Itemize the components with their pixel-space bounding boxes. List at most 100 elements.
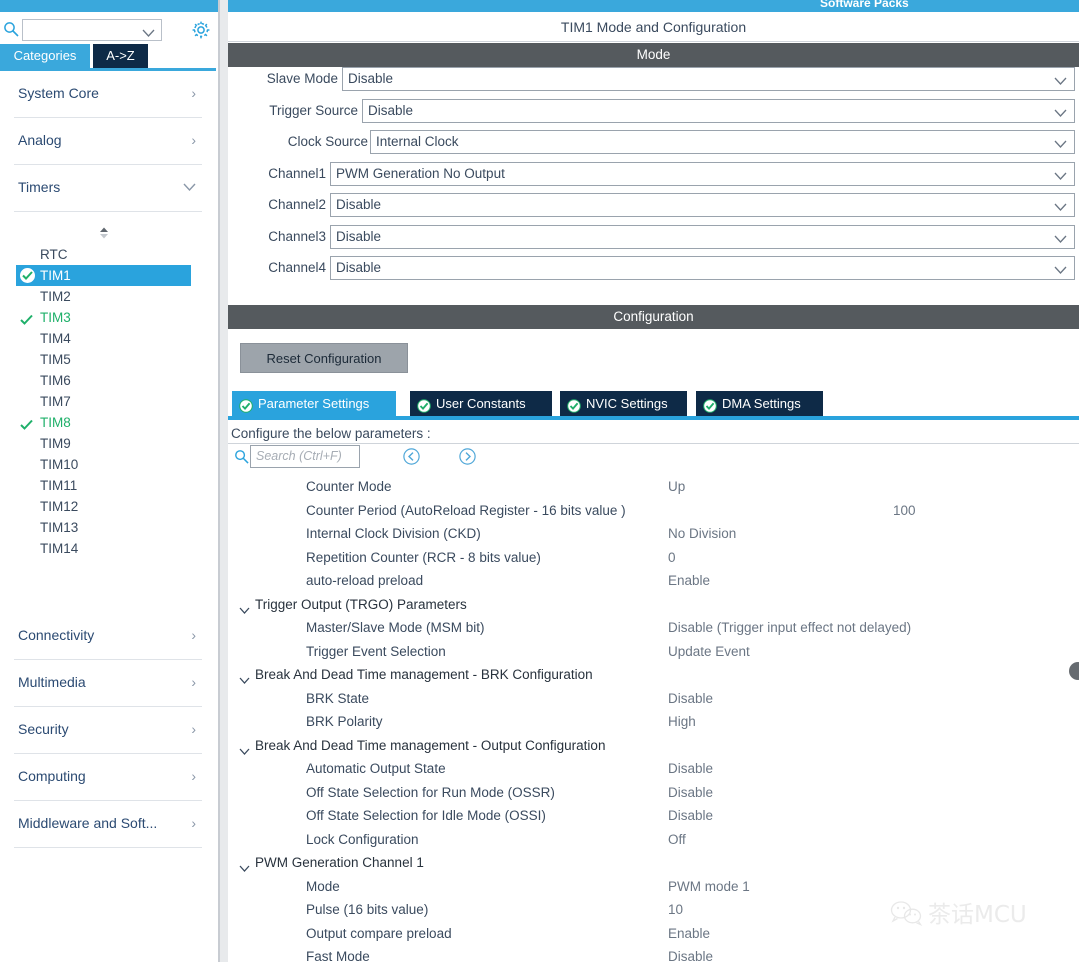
parameter-group-row[interactable]: Break And Dead Time management - BRK Con… xyxy=(228,665,1079,689)
parameter-row[interactable]: Internal Clock Division (CKD)No Division xyxy=(228,524,1079,548)
mode-select-channel4[interactable]: Disable xyxy=(330,256,1075,280)
sidebar-item-label: TIM1 xyxy=(40,268,71,283)
sidebar-item-tim5[interactable]: TIM5 xyxy=(0,349,216,370)
parameter-row[interactable]: Trigger Event Selection Update Event xyxy=(228,642,1079,666)
parameter-value[interactable]: Disable xyxy=(668,691,713,706)
sidebar-item-security[interactable]: Security › xyxy=(14,707,202,754)
tab-user-constants[interactable]: User Constants xyxy=(410,391,552,416)
tab-nvic-settings[interactable]: NVIC Settings xyxy=(560,391,687,416)
parameter-row[interactable]: BRK StateDisable xyxy=(228,689,1079,713)
parameter-value[interactable]: Up xyxy=(668,479,685,494)
mode-label: Slave Mode xyxy=(253,71,338,86)
mode-select-trigger-source[interactable]: Disable xyxy=(362,99,1075,123)
chevron-down-icon xyxy=(239,743,250,761)
parameter-row[interactable]: Lock ConfigurationOff xyxy=(228,830,1079,854)
parameter-value[interactable]: Disable xyxy=(668,949,713,962)
parameter-row[interactable]: auto-reload preloadEnable xyxy=(228,571,1079,595)
parameter-name: BRK Polarity xyxy=(306,714,383,729)
search-input[interactable] xyxy=(22,19,162,41)
tab-label: NVIC Settings xyxy=(586,396,668,411)
mode-select-clock-source[interactable]: Internal Clock xyxy=(370,130,1075,154)
sidebar-item-tim1[interactable]: TIM1 xyxy=(16,265,191,286)
chevron-down-icon xyxy=(1054,231,1067,249)
parameter-group-row[interactable]: Break And Dead Time management - Output … xyxy=(228,736,1079,760)
parameter-value[interactable]: 0 xyxy=(668,550,676,565)
parameter-search-input[interactable]: Search (Ctrl+F) xyxy=(250,445,360,468)
tab-a-to-z[interactable]: A->Z xyxy=(93,44,148,68)
mode-select-channel3[interactable]: Disable xyxy=(330,225,1075,249)
parameter-group-label: Break And Dead Time management - Output … xyxy=(255,738,605,753)
parameter-name: Trigger Event Selection xyxy=(306,644,446,659)
sidebar-item-tim10[interactable]: TIM10 xyxy=(0,454,216,475)
mode-select-slave-mode[interactable]: Disable xyxy=(342,67,1075,91)
sidebar-item-tim13[interactable]: TIM13 xyxy=(0,517,216,538)
parameter-value[interactable]: Disable xyxy=(668,785,713,800)
sidebar-item-system-core[interactable]: System Core › xyxy=(14,71,202,118)
gear-icon[interactable] xyxy=(191,20,211,40)
parameter-row[interactable]: Off State Selection for Run Mode (OSSR)D… xyxy=(228,783,1079,807)
parameter-value[interactable]: Enable xyxy=(668,573,710,588)
parameter-value[interactable]: Disable xyxy=(668,761,713,776)
reset-configuration-button[interactable]: Reset Configuration xyxy=(240,343,408,373)
sidebar-tabs: Categories A->Z xyxy=(0,44,220,68)
mode-label: Channel3 xyxy=(253,229,326,244)
chevron-right-icon: › xyxy=(191,815,196,831)
parameter-row[interactable]: Repetition Counter (RCR - 8 bits value)0 xyxy=(228,548,1079,572)
parameter-value[interactable]: 100 xyxy=(893,503,916,518)
sidebar-item-middleware[interactable]: Middleware and Soft... › xyxy=(14,801,202,848)
parameter-row[interactable]: Master/Slave Mode (MSM bit)Disable (Trig… xyxy=(228,618,1079,642)
sidebar-item-multimedia[interactable]: Multimedia › xyxy=(14,660,202,707)
parameter-row[interactable]: Off State Selection for Idle Mode (OSSI)… xyxy=(228,806,1079,830)
sidebar-item-tim2[interactable]: TIM2 xyxy=(0,286,216,307)
sidebar-item-tim7[interactable]: TIM7 xyxy=(0,391,216,412)
parameter-group-row[interactable]: PWM Generation Channel 1 xyxy=(228,853,1079,877)
sidebar-item-rtc[interactable]: RTC xyxy=(0,244,216,265)
sidebar-item-tim8[interactable]: TIM8 xyxy=(0,412,216,433)
parameter-row[interactable]: Fast ModeDisable xyxy=(228,947,1079,962)
parameter-value[interactable]: No Division xyxy=(668,526,736,541)
sidebar-item-tim9[interactable]: TIM9 xyxy=(0,433,216,454)
mode-select-value: Disable xyxy=(368,103,413,118)
parameter-row[interactable]: Automatic Output StateDisable xyxy=(228,759,1079,783)
chevron-right-circle-icon[interactable] xyxy=(459,448,476,465)
sidebar-item-tim6[interactable]: TIM6 xyxy=(0,370,216,391)
sidebar-item-tim3[interactable]: TIM3 xyxy=(0,307,216,328)
sidebar-item-label: Computing xyxy=(18,768,86,784)
sidebar-item-computing[interactable]: Computing › xyxy=(14,754,202,801)
parameter-value[interactable]: Off xyxy=(668,832,686,847)
parameter-value[interactable]: Update Event xyxy=(668,644,750,659)
parameter-row[interactable]: BRK Polarity High xyxy=(228,712,1079,736)
sidebar-item-label: RTC xyxy=(40,247,68,262)
sidebar-item-tim11[interactable]: TIM11 xyxy=(0,475,216,496)
tab-dma-settings[interactable]: DMA Settings xyxy=(696,391,823,416)
sidebar-item-tim4[interactable]: TIM4 xyxy=(0,328,216,349)
mode-row: Channel4Disable xyxy=(228,256,1079,282)
chevron-left-circle-icon[interactable] xyxy=(403,448,420,465)
sidebar-item-connectivity[interactable]: Connectivity › xyxy=(14,613,202,660)
parameter-value[interactable]: 10 xyxy=(668,902,683,917)
parameter-value[interactable]: Disable xyxy=(668,808,713,823)
parameter-value[interactable]: High xyxy=(668,714,696,729)
sidebar-item-analog[interactable]: Analog › xyxy=(14,118,202,165)
parameter-value[interactable]: PWM mode 1 xyxy=(668,879,750,894)
sidebar-item-label: TIM12 xyxy=(40,499,78,514)
parameter-value[interactable]: Enable xyxy=(668,926,710,941)
mode-select-channel1[interactable]: PWM Generation No Output xyxy=(330,162,1075,186)
sidebar-item-timers[interactable]: Timers xyxy=(14,165,202,212)
top-blue-strip: Software Packs xyxy=(0,0,1079,12)
parameter-row[interactable]: Counter Period (AutoReload Register - 16… xyxy=(228,501,1079,525)
sidebar-item-tim12[interactable]: TIM12 xyxy=(0,496,216,517)
scroll-spinner-icon[interactable] xyxy=(97,226,111,240)
sidebar-item-label: TIM8 xyxy=(40,415,71,430)
mode-select-value: Disable xyxy=(336,260,381,275)
mode-select-value: PWM Generation No Output xyxy=(336,166,505,181)
parameter-group-row[interactable]: Trigger Output (TRGO) Parameters xyxy=(228,595,1079,619)
mode-select-channel2[interactable]: Disable xyxy=(330,193,1075,217)
sidebar-item-label: Security xyxy=(18,721,69,737)
tab-parameter-settings[interactable]: Parameter Settings xyxy=(232,391,396,416)
parameter-row[interactable]: Counter ModeUp xyxy=(228,477,1079,501)
chevron-down-icon xyxy=(239,672,250,690)
sidebar-item-tim14[interactable]: TIM14 xyxy=(0,538,216,559)
tab-categories[interactable]: Categories xyxy=(0,44,90,68)
parameter-value[interactable]: Disable (Trigger input effect not delaye… xyxy=(668,620,911,635)
